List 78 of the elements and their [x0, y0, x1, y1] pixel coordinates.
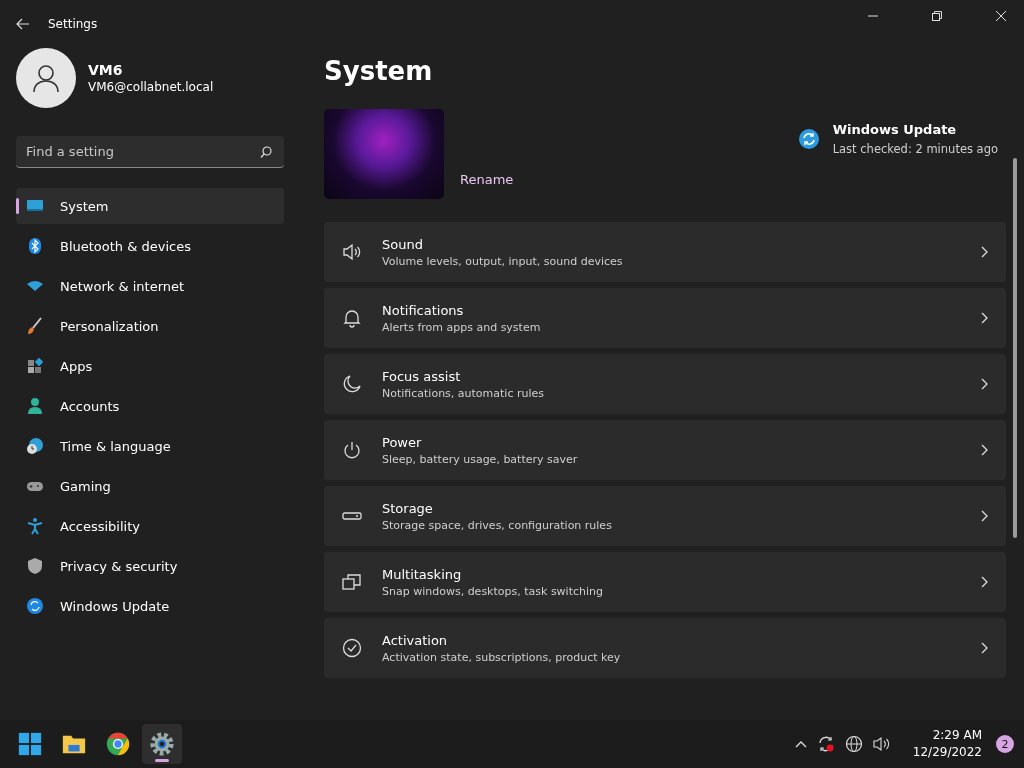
gear-icon — [149, 731, 175, 757]
card-description: Activation state, subscriptions, product key — [382, 650, 622, 664]
globe-icon[interactable] — [844, 735, 863, 753]
windows-logo-icon — [17, 731, 43, 757]
settings-card[interactable]: Notifications Alerts from apps and system — [324, 288, 1006, 348]
sidebar-item[interactable]: Personalization — [16, 308, 284, 344]
card-title: Multitasking — [382, 566, 463, 582]
browser-icon — [105, 731, 131, 757]
chevron-right-icon — [981, 576, 988, 588]
sidebar-item[interactable]: Accounts — [16, 388, 284, 424]
bluetooth-icon — [26, 237, 44, 255]
card-description: Storage space, drives, configuration rules — [382, 518, 613, 532]
card-title: Focus assist — [382, 368, 462, 384]
update-status: Last checked: 2 minutes ago — [832, 142, 998, 156]
settings-card[interactable]: Power Sleep, battery usage, battery saver — [324, 420, 1006, 480]
check-circle-icon — [342, 638, 362, 658]
accessibility-icon — [26, 517, 44, 535]
apps-icon — [26, 357, 44, 375]
sync-icon — [26, 597, 44, 615]
taskbar-app[interactable] — [142, 724, 182, 764]
sidebar-item[interactable]: Windows Update — [16, 588, 284, 624]
card-description: Notifications, automatic rules — [382, 386, 545, 400]
card-title: Activation — [382, 632, 449, 648]
user-name: VM6 — [88, 62, 124, 78]
notification-badge[interactable]: 2 — [996, 735, 1014, 753]
settings-card[interactable]: Storage Storage space, drives, configuration rules — [324, 486, 1006, 546]
avatar — [16, 48, 76, 108]
card-title: Storage — [382, 500, 434, 516]
sync-icon[interactable] — [816, 735, 835, 753]
chevron-right-icon — [981, 312, 988, 324]
card-description: Sleep, battery usage, battery saver — [382, 452, 579, 466]
chevron-right-icon — [981, 510, 988, 522]
speaker-icon[interactable] — [872, 736, 891, 752]
settings-card[interactable]: Focus assist Notifications, automatic rules — [324, 354, 1006, 414]
sidebar-item[interactable]: Privacy & security — [16, 548, 284, 584]
page-title: System — [324, 56, 434, 86]
windows-stack-icon — [342, 572, 362, 592]
bell-icon — [342, 308, 362, 328]
chevron-right-icon — [981, 642, 988, 654]
power-icon — [342, 440, 362, 460]
card-title: Notifications — [382, 302, 465, 318]
back-button[interactable] — [16, 18, 30, 30]
chevron-right-icon — [981, 246, 988, 258]
close-icon — [996, 11, 1006, 21]
clock-globe-icon — [26, 437, 44, 455]
sidebar-item[interactable]: Bluetooth & devices — [16, 228, 284, 264]
sidebar-item[interactable]: Time & language — [16, 428, 284, 464]
window-title: Settings — [48, 17, 98, 31]
card-title: Sound — [382, 236, 424, 252]
shield-icon — [26, 557, 44, 575]
card-title: Power — [382, 434, 423, 450]
settings-card[interactable]: Activation Activation state, subscriptions, product key — [324, 618, 1006, 678]
chevron-right-icon — [981, 444, 988, 456]
sidebar-item[interactable]: Apps — [16, 348, 284, 384]
sidebar-item[interactable]: Gaming — [16, 468, 284, 504]
rename-link[interactable]: Rename — [460, 171, 514, 187]
search-icon — [260, 146, 272, 158]
user-email: VM6@collabnet.local — [88, 80, 214, 94]
moon-icon — [342, 374, 362, 394]
card-description: Volume levels, output, input, sound devices — [382, 254, 624, 268]
card-description: Snap windows, desktops, task switching — [382, 584, 604, 598]
sidebar-item[interactable]: System — [16, 188, 284, 224]
sync-icon — [798, 129, 819, 149]
speaker-icon — [342, 242, 362, 262]
chevron-right-icon — [981, 378, 988, 390]
search-field[interactable]: Find a setting — [16, 136, 284, 168]
settings-card[interactable]: Sound Volume levels, output, input, sound devices — [324, 222, 1006, 282]
chevron-up-icon[interactable] — [794, 740, 807, 748]
card-description: Alerts from apps and system — [382, 320, 542, 334]
sidebar-item[interactable]: Accessibility — [16, 508, 284, 544]
clock[interactable]: 2:29 AM 12/29/2022 — [912, 727, 982, 761]
brush-icon — [26, 317, 44, 335]
scrollbar-thumb[interactable] — [1013, 158, 1017, 538]
update-title[interactable]: Windows Update — [832, 122, 998, 137]
person-icon — [26, 397, 44, 415]
restore-icon — [932, 11, 942, 21]
sidebar-item[interactable]: Network & internet — [16, 268, 284, 304]
settings-card[interactable]: Multitasking Snap windows, desktops, task switching — [324, 552, 1006, 612]
